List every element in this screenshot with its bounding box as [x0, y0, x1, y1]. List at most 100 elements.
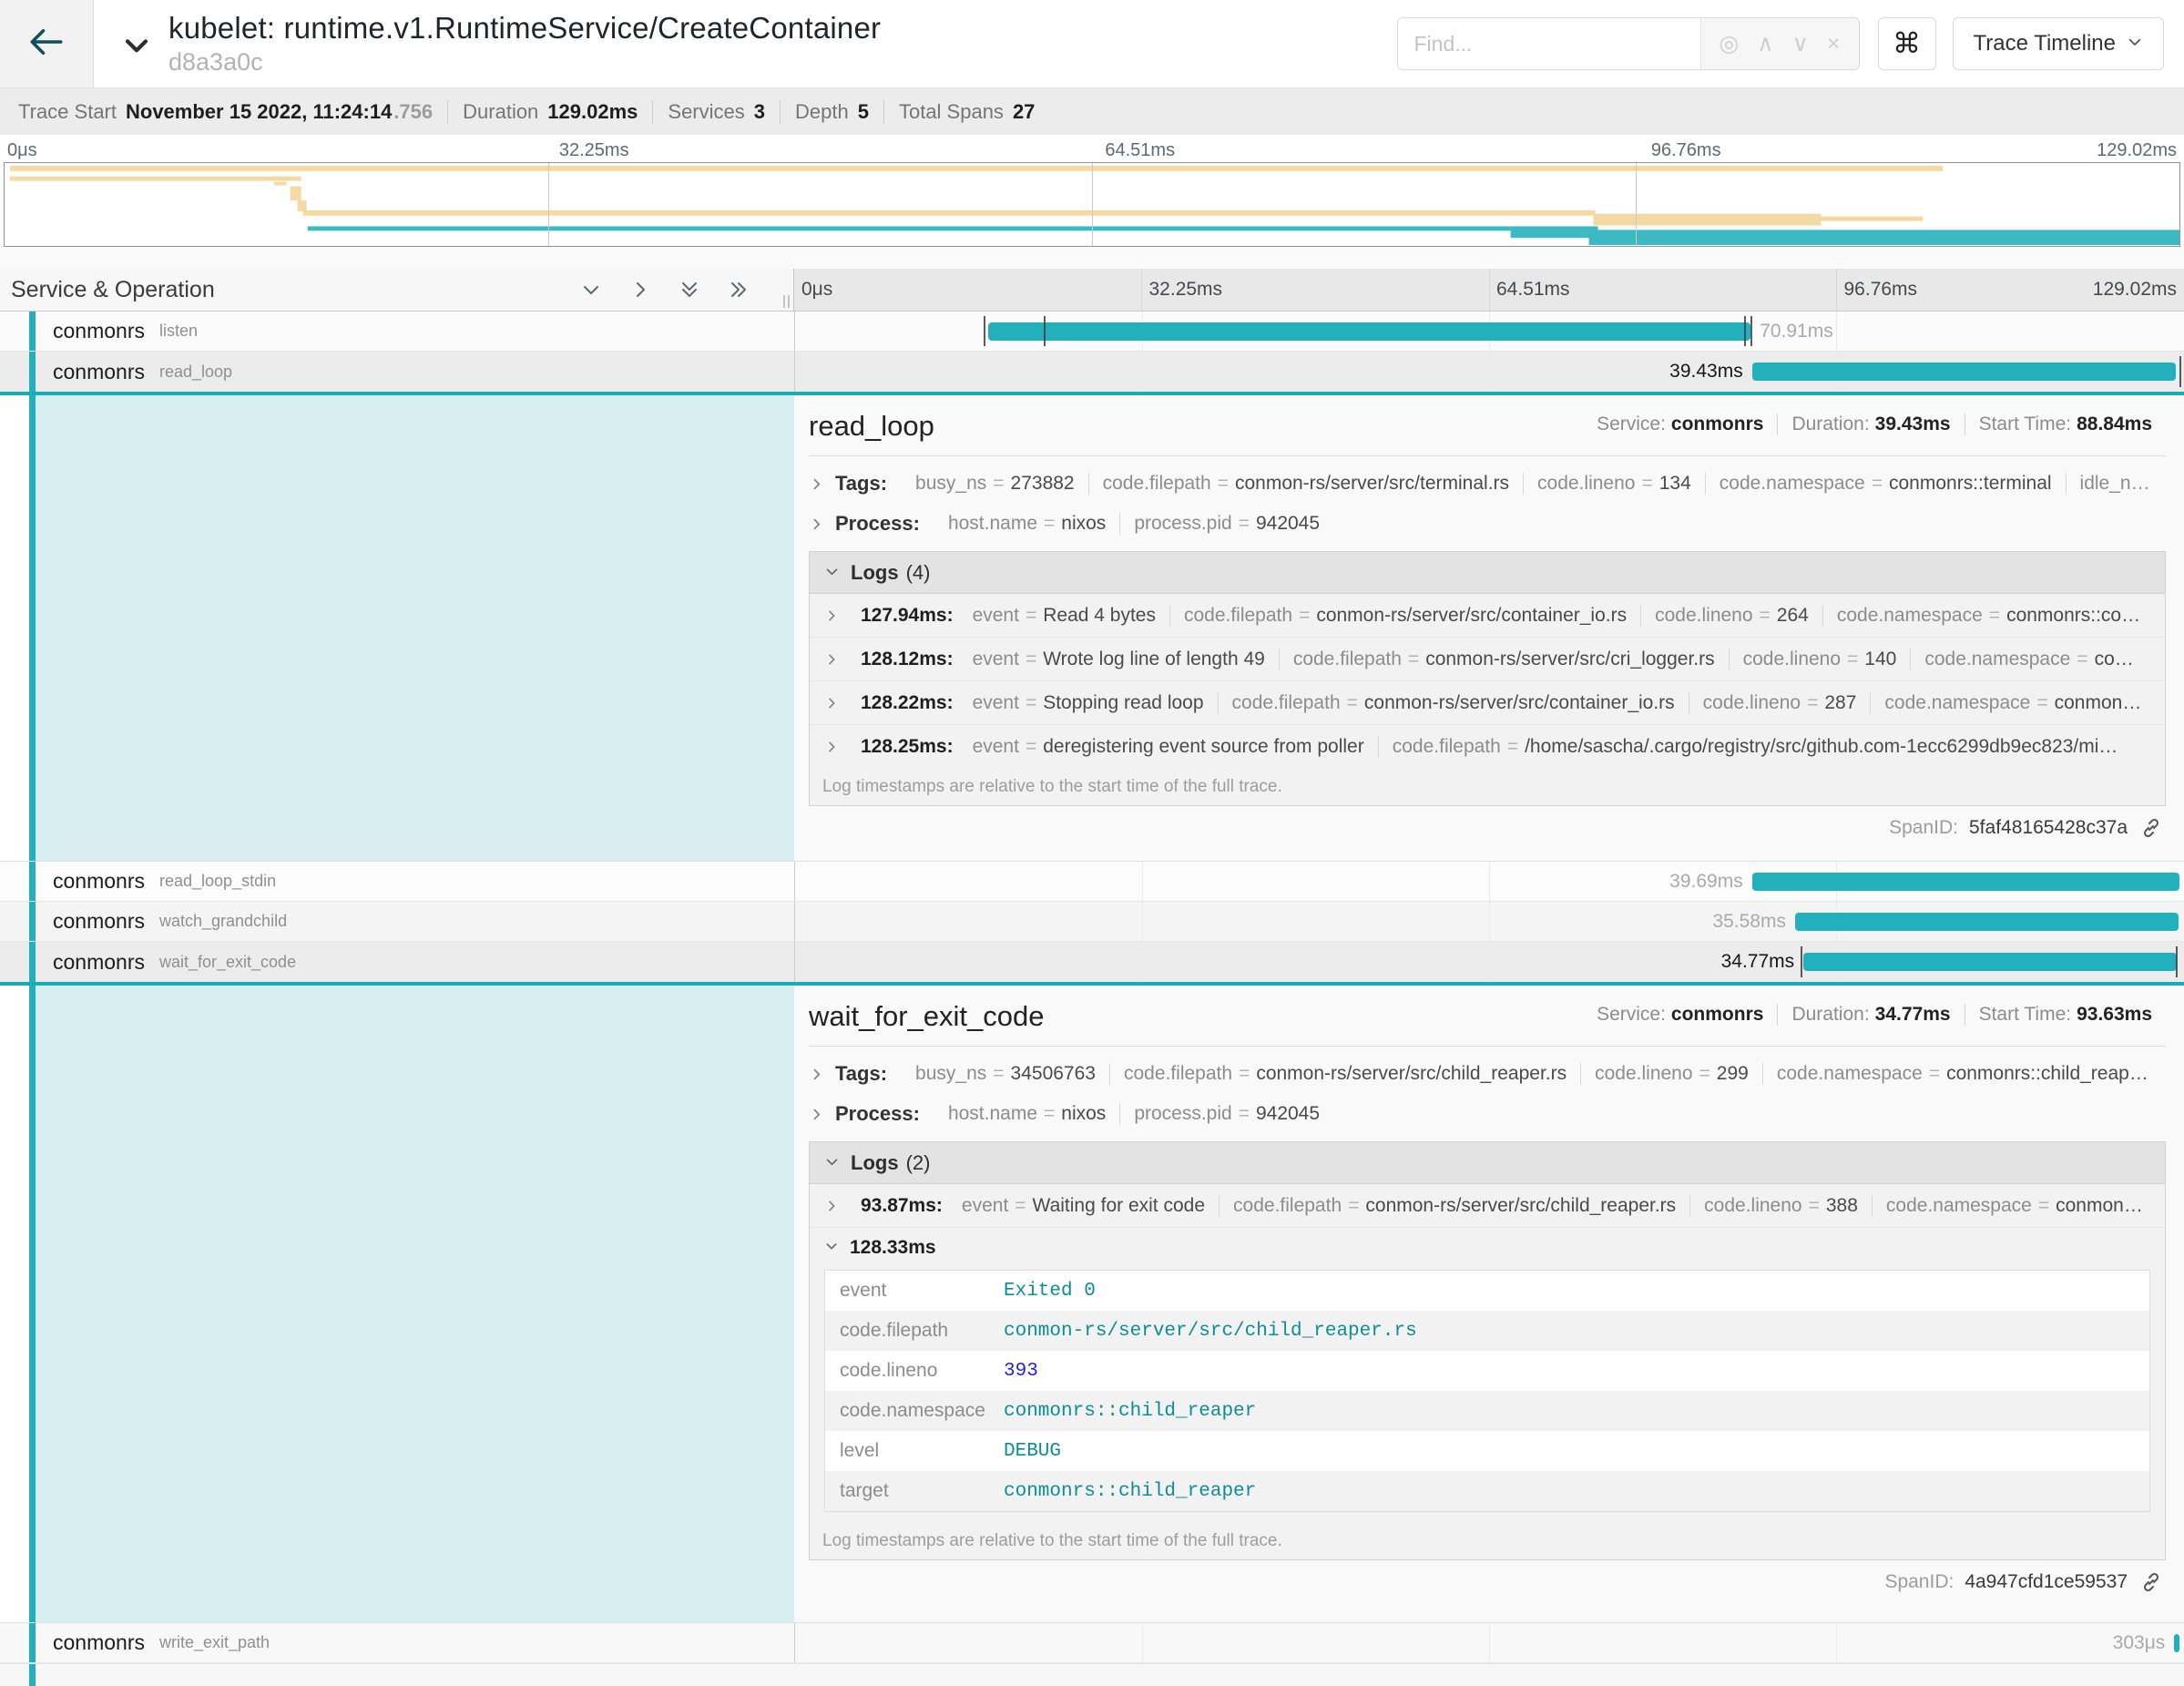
trace-minimap[interactable] [4, 162, 2180, 247]
minimap-tick: 32.25ms [559, 140, 629, 161]
back-button[interactable] [0, 0, 94, 87]
deep-link-icon[interactable] [2140, 817, 2162, 839]
process-row[interactable]: Process: host.name=nixos process.pid=942… [809, 504, 2166, 544]
log-entry[interactable]: 93.87ms: event=Waiting for exit code cod… [810, 1184, 2165, 1228]
service-color-bar [29, 902, 36, 941]
logs-header[interactable]: Logs (2) [810, 1142, 2165, 1184]
expand-one-icon[interactable] [629, 279, 651, 301]
trace-view-selector[interactable]: Trace Timeline [1953, 17, 2165, 70]
span-bar[interactable]: 39.43ms [1752, 363, 2176, 381]
collapse-header-button[interactable] [121, 31, 152, 66]
process-label: Process: [835, 512, 920, 536]
divider [809, 455, 2166, 456]
span-graph-cell[interactable]: 39.69ms [794, 862, 2184, 901]
span-operation: listen [159, 322, 198, 341]
collapse-one-icon[interactable] [580, 279, 602, 301]
span-row-listen[interactable]: conmonrs listen 70.91ms [0, 312, 2184, 352]
tag: code.namespace=conmonrs::terminal [1705, 473, 2066, 495]
span-name-cell[interactable]: conmonrs watch_grandchild [0, 902, 794, 941]
span-bar[interactable]: 70.91ms [988, 322, 1750, 341]
span-row-partial[interactable] [0, 1663, 2184, 1686]
chevron-right-icon [824, 740, 839, 754]
trace-summary-bar: Trace Start November 15 2022, 11:24:14.7… [0, 87, 2184, 135]
process-tag: process.pid=942045 [1119, 513, 1333, 535]
log-time: 128.22ms: [861, 692, 954, 714]
log-field: event=deregistering event source from po… [959, 736, 1378, 758]
span-graph-cell[interactable]: 70.91ms [794, 312, 2184, 351]
back-arrow-icon [27, 23, 66, 66]
span-name-cell[interactable]: conmonrs read_loop [0, 352, 794, 392]
find-prev-icon[interactable]: ∧ [1757, 33, 1773, 56]
expanded-log-entry[interactable]: 128.33ms [810, 1228, 2165, 1268]
span-name-cell[interactable]: conmonrs write_exit_path [0, 1623, 794, 1662]
service-color-bar [29, 1664, 36, 1686]
chevron-right-icon [824, 608, 839, 623]
log-entry[interactable]: 128.12ms: event=Wrote log line of length… [810, 638, 2165, 681]
span-bar[interactable]: 39.69ms [1752, 873, 2180, 891]
log-field: code.filepath=/home/sascha/.cargo/regist… [1378, 736, 2132, 758]
span-graph-cell[interactable]: 303μs [794, 1623, 2184, 1662]
detail-panel: read_loop Service:conmonrs Duration:39.4… [794, 395, 2184, 862]
find-input[interactable] [1398, 18, 1700, 69]
expand-all-icon[interactable] [728, 279, 750, 301]
find-clear-icon[interactable]: × [1827, 33, 1841, 56]
span-operation: wait_for_exit_code [159, 953, 296, 972]
process-label: Process: [835, 1102, 920, 1126]
locate-icon[interactable]: ◎ [1719, 33, 1739, 56]
span-graph-cell[interactable]: 35.58ms [794, 902, 2184, 941]
detail-title: read_loop [809, 410, 934, 443]
span-tick [984, 316, 985, 346]
span-row-watch-grandchild[interactable]: conmonrs watch_grandchild 35.58ms [0, 902, 2184, 942]
tag: code.lineno=134 [1523, 473, 1705, 495]
process-row[interactable]: Process: host.name=nixos process.pid=942… [809, 1094, 2166, 1134]
trace-page: kubelet: runtime.v1.RuntimeService/Creat… [0, 0, 2184, 1686]
log-time: 93.87ms: [861, 1195, 943, 1217]
span-name-cell[interactable]: conmonrs listen [0, 312, 794, 351]
log-entry[interactable]: 128.25ms: event=deregistering event sour… [810, 725, 2165, 769]
span-name-cell[interactable]: conmonrs read_loop_stdin [0, 862, 794, 901]
span-operation: write_exit_path [159, 1633, 270, 1652]
span-name-cell[interactable]: conmonrs wait_for_exit_code [0, 942, 794, 982]
minimap-tick: 64.51ms [1105, 140, 1175, 161]
span-bar[interactable]: 303μs [2174, 1634, 2179, 1652]
tags-row[interactable]: Tags: busy_ns=34506763 code.filepath=con… [809, 1054, 2166, 1094]
log-field: event=Stopping read loop [959, 692, 1218, 714]
chevron-down-icon [824, 1237, 839, 1259]
span-bar[interactable]: 34.77ms [1803, 953, 2177, 971]
trace-duration: Duration 129.02ms [447, 100, 652, 124]
span-row-wait-for-exit-code[interactable]: conmonrs wait_for_exit_code 34.77ms [0, 942, 2184, 986]
tags-label: Tags: [835, 472, 887, 496]
span-row-read-loop-stdin[interactable]: conmonrs read_loop_stdin 39.69ms [0, 862, 2184, 902]
log-entry[interactable]: 127.94ms: event=Read 4 bytes code.filepa… [810, 594, 2165, 638]
collapse-all-icon[interactable] [679, 279, 700, 301]
find-next-icon[interactable]: ∨ [1792, 33, 1809, 56]
tags-row[interactable]: Tags: busy_ns=273882 code.filepath=conmo… [809, 464, 2166, 504]
deep-link-icon[interactable] [2140, 1571, 2162, 1593]
span-bar[interactable]: 35.58ms [1795, 913, 2179, 931]
trace-start-value: November 15 2022, 11:24:14 [126, 100, 392, 124]
detail-header: wait_for_exit_code Service:conmonrs Dura… [809, 1000, 2166, 1033]
minimap-gridline [548, 163, 549, 246]
log-entry[interactable]: 128.22ms: event=Stopping read loop code.… [810, 681, 2165, 725]
duration-label: Duration [463, 100, 538, 124]
keyboard-shortcuts-button[interactable]: ⌘ [1878, 17, 1936, 70]
log-field: event=Waiting for exit code [948, 1195, 1219, 1217]
total-spans-label: Total Spans [899, 100, 1004, 124]
column-resizer-grip[interactable] [783, 295, 790, 308]
span-service: conmonrs [53, 950, 145, 975]
span-graph-cell[interactable]: 39.43ms [794, 352, 2184, 392]
spanid-label: SpanID: [1884, 1571, 1954, 1593]
logs-header[interactable]: Logs (4) [810, 552, 2165, 594]
minimap-spacer [0, 247, 2184, 269]
span-row-read-loop[interactable]: conmonrs read_loop 39.43ms [0, 352, 2184, 395]
command-icon: ⌘ [1893, 27, 1921, 60]
service-color-bar [29, 942, 36, 982]
span-service: conmonrs [53, 869, 145, 894]
span-graph-cell[interactable]: 34.77ms [794, 942, 2184, 982]
depth-value: 5 [858, 100, 869, 124]
log-field: code.lineno=388 [1689, 1195, 1872, 1217]
span-row-write-exit-path[interactable]: conmonrs write_exit_path 303μs [0, 1623, 2184, 1663]
services-value: 3 [754, 100, 765, 124]
timeline-tick: 64.51ms [1496, 279, 1570, 301]
log-field: code.filepath=conmon-rs/server/src/cri_l… [1279, 649, 1729, 670]
